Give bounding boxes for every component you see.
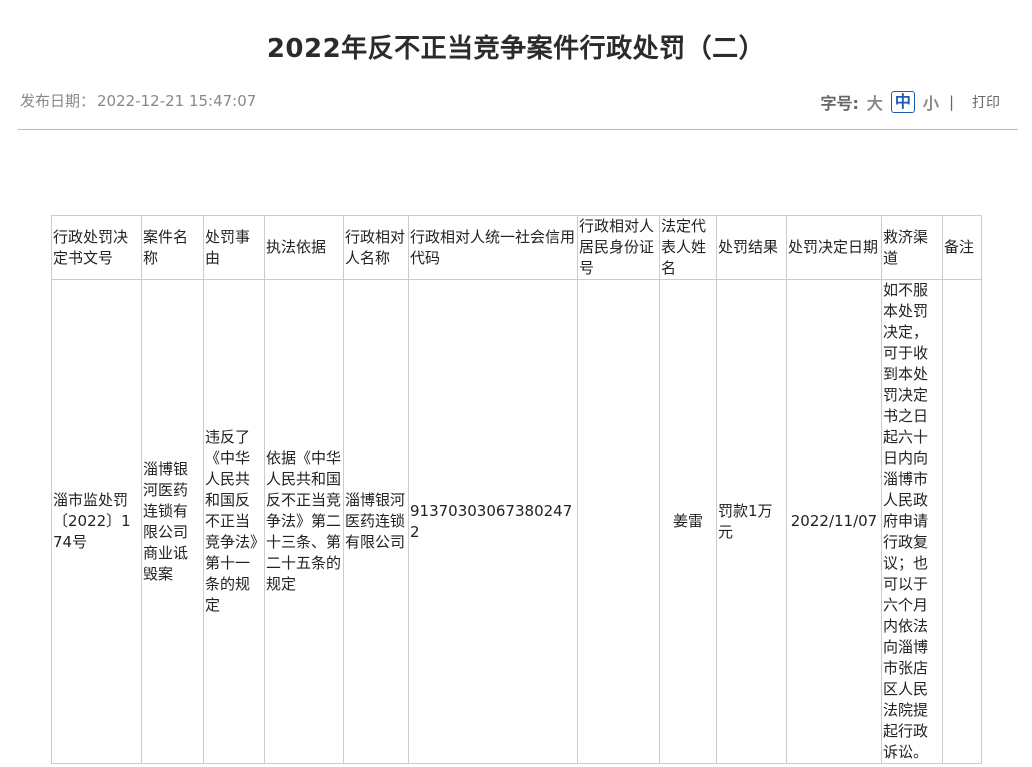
cell-legal-representative: 姜雷 bbox=[659, 279, 717, 764]
header-decision-number: 行政处罚决定书文号 bbox=[51, 215, 142, 280]
publish-date: 发布日期： 2022-12-21 15:47:07 bbox=[18, 90, 256, 111]
cell-decision-date: 2022/11/07 bbox=[786, 279, 882, 764]
header-case-name: 案件名称 bbox=[141, 215, 204, 280]
cell-case-name: 淄博银河医药连锁有限公司商业诋毁案 bbox=[141, 279, 204, 764]
font-size-label: 字号: bbox=[820, 94, 859, 113]
header-penalty-result: 处罚结果 bbox=[716, 215, 787, 280]
header-legal-basis: 执法依据 bbox=[264, 215, 344, 280]
table-row: 淄市监处罚〔2022〕174号 淄博银河医药连锁有限公司商业诋毁案 违反了《中华… bbox=[51, 279, 982, 764]
font-size-large-button[interactable]: 大 bbox=[867, 90, 883, 114]
table-header-row: 行政处罚决定书文号 案件名称 处罚事由 执法依据 行政相对人名称 行政相对人统一… bbox=[51, 215, 982, 280]
penalty-table: 行政处罚决定书文号 案件名称 处罚事由 执法依据 行政相对人名称 行政相对人统一… bbox=[51, 215, 982, 764]
cell-penalty-result: 罚款1万元 bbox=[716, 279, 787, 764]
font-size-small-button[interactable]: 小 bbox=[923, 90, 939, 114]
font-size-control: 字号: 大 中 小 | 打印 bbox=[820, 90, 1000, 114]
cell-credit-code: 913703030673802472 bbox=[408, 279, 578, 764]
header-penalty-reason: 处罚事由 bbox=[203, 215, 265, 280]
page-title: 2022年反不正当竞争案件行政处罚（二） bbox=[266, 34, 766, 64]
header-remedy-channel: 救济渠道 bbox=[881, 215, 943, 280]
cell-party-name: 淄博银河医药连锁有限公司 bbox=[343, 279, 409, 764]
article-meta: 发布日期： 2022-12-21 15:47:07 字号: 大 中 小 | 打印 bbox=[18, 90, 1018, 114]
cell-remedy-channel: 如不服本处罚决定，可于收到本处罚决定书之日起六十日内向淄博市人民政府申请行政复议… bbox=[881, 279, 943, 764]
publish-date-label: 发布日期： bbox=[20, 92, 96, 110]
cell-remarks bbox=[942, 279, 982, 764]
header-remarks: 备注 bbox=[942, 215, 982, 280]
cell-penalty-reason: 违反了《中华人民共和国反不正当竞争法》第十一条的规定 bbox=[203, 279, 265, 764]
header-decision-date: 处罚决定日期 bbox=[786, 215, 882, 280]
header-party-name: 行政相对人名称 bbox=[343, 215, 409, 280]
print-button[interactable]: 打印 bbox=[972, 92, 1000, 112]
divider bbox=[18, 129, 1018, 130]
header-credit-code: 行政相对人统一社会信用代码 bbox=[408, 215, 578, 280]
header-id-number: 行政相对人居民身份证号 bbox=[577, 215, 660, 280]
header-legal-representative: 法定代表人姓名 bbox=[659, 215, 717, 280]
cell-decision-number: 淄市监处罚〔2022〕174号 bbox=[51, 279, 142, 764]
cell-legal-basis: 依据《中华人民共和国反不正当竞争法》第二十三条、第二十五条的规定 bbox=[264, 279, 344, 764]
separator: | bbox=[948, 93, 954, 111]
font-size-medium-button[interactable]: 中 bbox=[890, 91, 915, 113]
publish-date-value: 2022-12-21 15:47:07 bbox=[97, 92, 257, 110]
cell-id-number bbox=[577, 279, 660, 764]
